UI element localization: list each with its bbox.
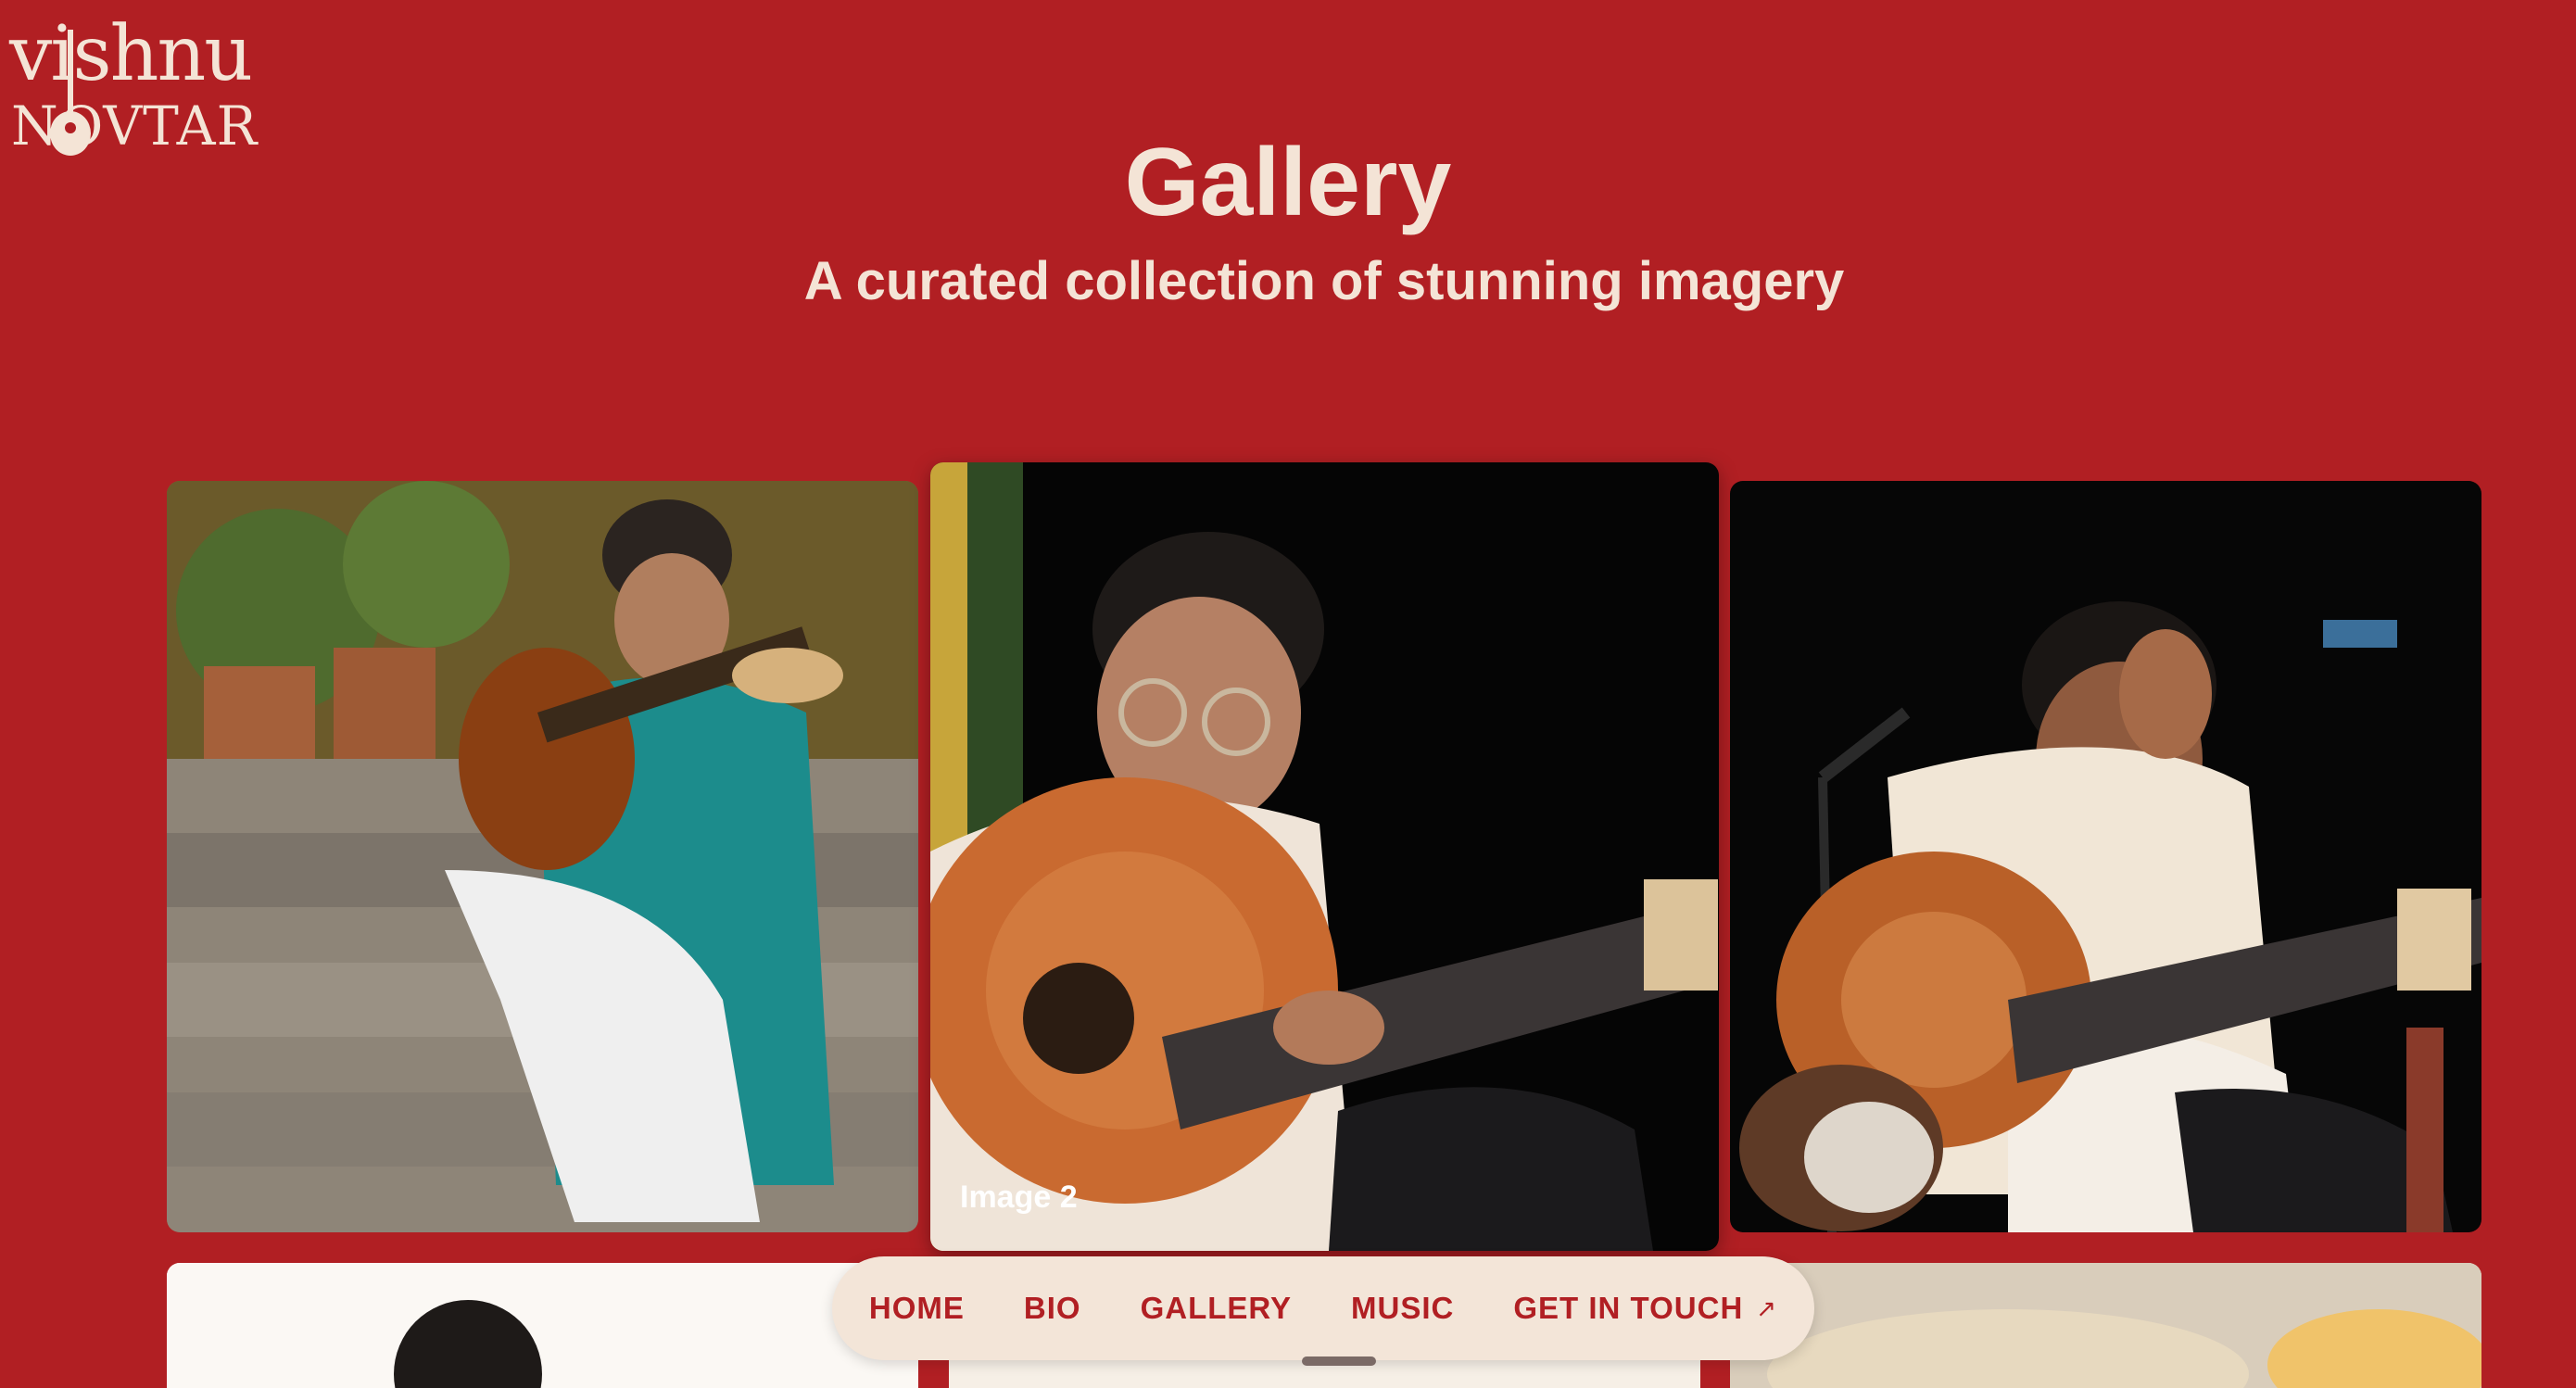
- nav-get-in-touch-label: GET IN TOUCH: [1513, 1291, 1744, 1325]
- external-arrow-icon: ↗: [1756, 1293, 1778, 1322]
- photo-icon: [1730, 481, 2481, 1232]
- photo-icon: [167, 1263, 918, 1388]
- gallery-image-6[interactable]: [1730, 1263, 2481, 1388]
- nav-music[interactable]: MUSIC: [1351, 1291, 1454, 1326]
- gallery-image-4[interactable]: [167, 1263, 918, 1388]
- image-caption: Image 2: [960, 1180, 1078, 1215]
- bottom-nav: HOME BIO GALLERY MUSIC GET IN TOUCH ↗: [832, 1256, 1814, 1360]
- nav-bio[interactable]: BIO: [1024, 1291, 1081, 1326]
- gallery-image-2[interactable]: Image 2: [930, 462, 1719, 1251]
- gallery-image-1[interactable]: [167, 481, 918, 1232]
- nav-get-in-touch[interactable]: GET IN TOUCH ↗: [1513, 1291, 1777, 1326]
- photo-icon: [930, 462, 1719, 1251]
- nav-home[interactable]: HOME: [869, 1291, 965, 1326]
- scroll-handle[interactable]: [1302, 1356, 1376, 1366]
- photo-icon: [167, 481, 918, 1232]
- photo-icon: [1730, 1263, 2481, 1388]
- page-title: Gallery: [1124, 129, 1452, 236]
- page-subtitle: A curated collection of stunning imagery: [803, 251, 1845, 311]
- gallery-page: vishnu NOVTAR Gallery A curated collecti…: [0, 0, 2576, 1388]
- nav-gallery[interactable]: GALLERY: [1141, 1291, 1292, 1326]
- gallery-image-3[interactable]: [1730, 481, 2481, 1232]
